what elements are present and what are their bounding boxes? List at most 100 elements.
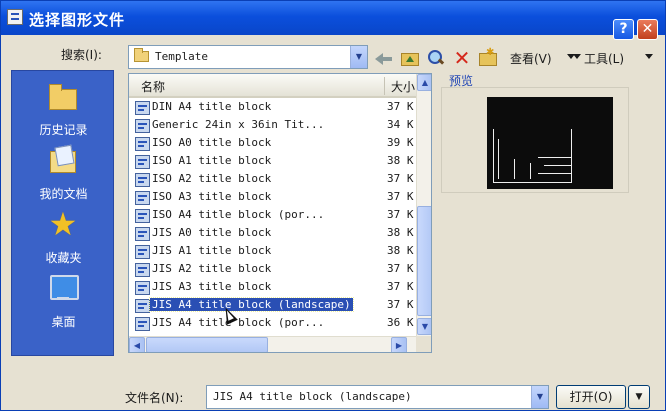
open-dropdown-icon[interactable]: ▼ <box>628 385 650 409</box>
scroll-down-icon[interactable]: ▼ <box>417 318 431 335</box>
history-folder-icon <box>48 81 78 111</box>
file-row[interactable]: Generic 24in x 36in Tit... 34 K <box>129 117 416 135</box>
chevron-down-icon[interactable]: ▼ <box>350 46 367 68</box>
column-header-size[interactable]: 大小 <box>391 78 415 95</box>
place-favorites[interactable]: ★ 收藏夹 <box>12 205 115 271</box>
horizontal-scrollbar[interactable]: ◀ ▶ <box>129 336 416 352</box>
scroll-right-icon[interactable]: ▶ <box>391 337 407 352</box>
preview-thumbnail <box>487 97 613 189</box>
title-bar[interactable]: 选择图形文件 ? ✕ <box>1 1 665 40</box>
file-name: DIN A4 title block <box>152 100 272 113</box>
file-size: 38 K <box>387 244 414 257</box>
window-title: 选择图形文件 <box>29 11 126 29</box>
file-name: JIS A4 title block (landscape) <box>149 297 354 312</box>
vertical-scrollbar[interactable]: ▲ ▼ <box>416 74 431 336</box>
app-icon <box>7 9 23 25</box>
file-name: JIS A3 title block <box>152 280 272 293</box>
help-button[interactable]: ? <box>613 19 634 40</box>
file-row[interactable]: ISO A3 title block 37 K <box>129 189 416 207</box>
file-size: 38 K <box>387 226 414 239</box>
tools-menu-button[interactable]: 工具(L) <box>584 50 624 67</box>
file-name: JIS A2 title block <box>152 262 272 275</box>
dwg-file-icon <box>135 119 150 133</box>
file-name: Generic 24in x 36in Tit... <box>152 118 325 131</box>
select-graphic-file-dialog: 选择图形文件 ? ✕ 搜索(I): Template ▼ ✕ 查看(V) 工具(… <box>0 0 666 411</box>
file-size: 37 K <box>387 190 414 203</box>
place-desktop[interactable]: 桌面 <box>12 273 115 335</box>
new-folder-icon[interactable] <box>479 47 497 66</box>
close-button[interactable]: ✕ <box>637 19 658 40</box>
search-web-icon[interactable] <box>427 50 445 66</box>
file-name: JIS A4 title block (por... <box>152 316 325 329</box>
file-row[interactable]: ISO A0 title block 39 K <box>129 135 416 153</box>
column-header-row: 名称 大小 <box>129 74 416 98</box>
scrollbar-corner <box>416 336 431 352</box>
delete-icon[interactable]: ✕ <box>453 48 471 68</box>
dwg-file-icon <box>135 227 150 241</box>
preview-line <box>514 159 515 179</box>
preview-line <box>498 139 499 179</box>
preview-drawing-frame <box>493 129 572 183</box>
desktop-icon <box>48 273 79 303</box>
column-separator[interactable] <box>384 77 385 95</box>
file-row[interactable]: JIS A4 title block (por... 36 K <box>129 315 416 333</box>
place-label: 我的文档 <box>39 187 88 201</box>
file-row[interactable]: JIS A3 title block 37 K <box>129 279 416 297</box>
file-row-selected[interactable]: JIS A4 title block (landscape) 37 K <box>129 297 416 315</box>
tools-dropdown-arrow-icon[interactable] <box>573 54 581 59</box>
file-size: 37 K <box>387 280 414 293</box>
file-row[interactable]: JIS A1 title block 38 K <box>129 243 416 261</box>
scroll-up-icon[interactable]: ▲ <box>417 74 431 91</box>
favorites-star-icon: ★ <box>48 205 78 243</box>
file-size: 37 K <box>387 172 414 185</box>
preview-line <box>538 173 572 174</box>
filename-chevron-down-icon[interactable]: ▼ <box>531 386 548 408</box>
place-label: 收藏夹 <box>45 251 82 265</box>
my-documents-icon <box>48 145 78 175</box>
back-arrow-icon[interactable] <box>375 50 393 66</box>
preview-panel <box>441 87 629 193</box>
place-label: 历史记录 <box>39 123 88 137</box>
file-row[interactable]: JIS A2 title block 37 K <box>129 261 416 279</box>
file-size: 36 K <box>387 316 414 329</box>
preview-line <box>544 165 572 166</box>
file-size: 39 K <box>387 136 414 149</box>
file-name: ISO A2 title block <box>152 172 272 185</box>
file-size: 37 K <box>387 208 414 221</box>
file-size: 38 K <box>387 154 414 167</box>
file-size: 37 K <box>387 262 414 275</box>
places-bar: 历史记录 我的文档 ★ 收藏夹 桌面 <box>11 70 114 356</box>
dwg-file-icon <box>135 101 150 115</box>
file-row[interactable]: DIN A4 title block 37 K <box>129 99 416 117</box>
file-row[interactable]: ISO A1 title block 38 K <box>129 153 416 171</box>
folder-icon <box>134 48 149 62</box>
scroll-left-icon[interactable]: ◀ <box>129 337 145 352</box>
file-row[interactable]: JIS A0 title block 38 K <box>129 225 416 243</box>
dwg-file-icon <box>135 317 150 331</box>
dwg-file-icon <box>135 173 150 187</box>
horizontal-scroll-thumb[interactable] <box>146 337 268 352</box>
place-history[interactable]: 历史记录 <box>12 81 115 143</box>
open-button[interactable]: 打开(O) <box>556 385 626 409</box>
filename-value: JIS A4 title block (landscape) <box>213 390 412 403</box>
dwg-file-icon <box>135 209 150 223</box>
up-one-level-icon[interactable] <box>401 53 419 66</box>
look-in-dropdown[interactable]: Template ▼ <box>128 45 368 69</box>
file-name: ISO A4 title block (por... <box>152 208 325 221</box>
dwg-file-icon <box>135 191 150 205</box>
file-size: 34 K <box>387 118 414 131</box>
views-menu-button[interactable]: 查看(V) <box>510 50 552 67</box>
file-row[interactable]: ISO A4 title block (por... 37 K <box>129 207 416 225</box>
dwg-file-icon <box>135 155 150 169</box>
column-header-name[interactable]: 名称 <box>141 78 165 95</box>
file-name: JIS A0 title block <box>152 226 272 239</box>
vertical-scroll-thumb[interactable] <box>417 206 431 316</box>
look-in-label: 搜索(I): <box>61 48 102 62</box>
file-row[interactable]: ISO A2 title block 37 K <box>129 171 416 189</box>
place-my-documents[interactable]: 我的文档 <box>12 145 115 207</box>
file-name: JIS A1 title block <box>152 244 272 257</box>
file-list[interactable]: 名称 大小 DIN A4 title block 37 K Generic 24… <box>128 73 432 353</box>
filename-input[interactable]: JIS A4 title block (landscape) ▼ <box>206 385 549 409</box>
tools-chevron-down-icon[interactable] <box>645 54 653 59</box>
preview-line <box>538 157 572 158</box>
